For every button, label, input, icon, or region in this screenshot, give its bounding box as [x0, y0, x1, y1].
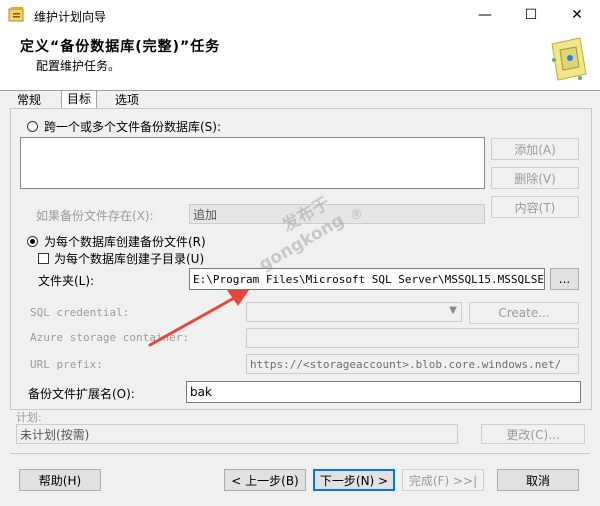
- minimize-button[interactable]: —: [462, 0, 508, 30]
- azure-container-input[interactable]: [246, 328, 579, 348]
- sql-credential-label: SQL credential:: [30, 306, 130, 319]
- remove-button[interactable]: 删除(V): [491, 167, 579, 189]
- maximize-icon: ☐: [524, 7, 538, 23]
- backup-files-list[interactable]: [20, 137, 485, 189]
- minimize-icon: —: [478, 7, 492, 23]
- folder-path-input[interactable]: E:\Program Files\Microsoft SQL Server\MS…: [189, 268, 545, 290]
- radio-each-database-label: 为每个数据库创建备份文件(R): [44, 235, 206, 249]
- close-icon: ✕: [571, 7, 583, 23]
- subdirectory-checkbox-label: 为每个数据库创建子目录(U): [54, 252, 205, 266]
- schedule-label: 计划:: [16, 411, 42, 424]
- add-button[interactable]: 添加(A): [491, 138, 579, 160]
- create-credential-button[interactable]: Create...: [469, 302, 579, 324]
- if-backup-exists-value: 追加: [193, 207, 218, 222]
- if-backup-exists-select[interactable]: 追加: [189, 204, 485, 224]
- subdirectory-checkbox[interactable]: [38, 253, 49, 264]
- azure-container-label: Azure storage container:: [30, 331, 189, 344]
- url-prefix-label: URL prefix:: [30, 358, 103, 371]
- browse-folder-button[interactable]: ...: [550, 268, 579, 290]
- radio-each-database[interactable]: [27, 236, 38, 247]
- footer-divider: [10, 453, 590, 454]
- maximize-button[interactable]: ☐: [508, 0, 554, 30]
- page-subtitle: 配置维护任务。: [36, 59, 121, 73]
- finish-button[interactable]: 完成(F) >>|: [402, 469, 484, 491]
- extension-input[interactable]: bak: [186, 381, 581, 403]
- database-wizard-icon: [546, 34, 590, 84]
- radio-span-files[interactable]: [27, 121, 38, 132]
- if-backup-exists-label: 如果备份文件存在(X):: [36, 209, 154, 223]
- change-schedule-button[interactable]: 更改(C)...: [481, 424, 585, 444]
- title-bar: 维护计划向导 — ☐ ✕: [0, 0, 600, 30]
- watermark-registered-mark: ®: [350, 208, 363, 223]
- folder-label: 文件夹(L):: [38, 274, 95, 288]
- radio-span-files-label: 跨一个或多个文件备份数据库(S):: [44, 120, 222, 134]
- help-button[interactable]: 帮助(H): [19, 469, 101, 491]
- close-button[interactable]: ✕: [554, 0, 600, 30]
- next-button[interactable]: 下一步(N) >: [313, 469, 395, 491]
- tab-options[interactable]: 选项: [110, 92, 144, 108]
- sql-credential-select[interactable]: ▼: [246, 302, 462, 322]
- chevron-down-icon: ▼: [449, 305, 457, 316]
- back-button[interactable]: < 上一步(B): [224, 469, 306, 491]
- window-title: 维护计划向导: [34, 10, 107, 24]
- cancel-button[interactable]: 取消: [497, 469, 579, 491]
- tab-general[interactable]: 常规: [12, 92, 46, 108]
- extension-label: 备份文件扩展名(O):: [28, 387, 135, 401]
- schedule-value: 未计划(按需): [16, 424, 458, 444]
- wizard-header: 定义“备份数据库(完整)”任务 配置维护任务。: [0, 30, 600, 91]
- wizard-app-icon: [8, 7, 24, 22]
- page-title: 定义“备份数据库(完整)”任务: [20, 39, 221, 55]
- url-prefix-input[interactable]: https://<storageaccount>.blob.core.windo…: [246, 354, 579, 374]
- tab-destination[interactable]: 目标: [61, 90, 98, 110]
- contents-button[interactable]: 内容(T): [491, 196, 579, 218]
